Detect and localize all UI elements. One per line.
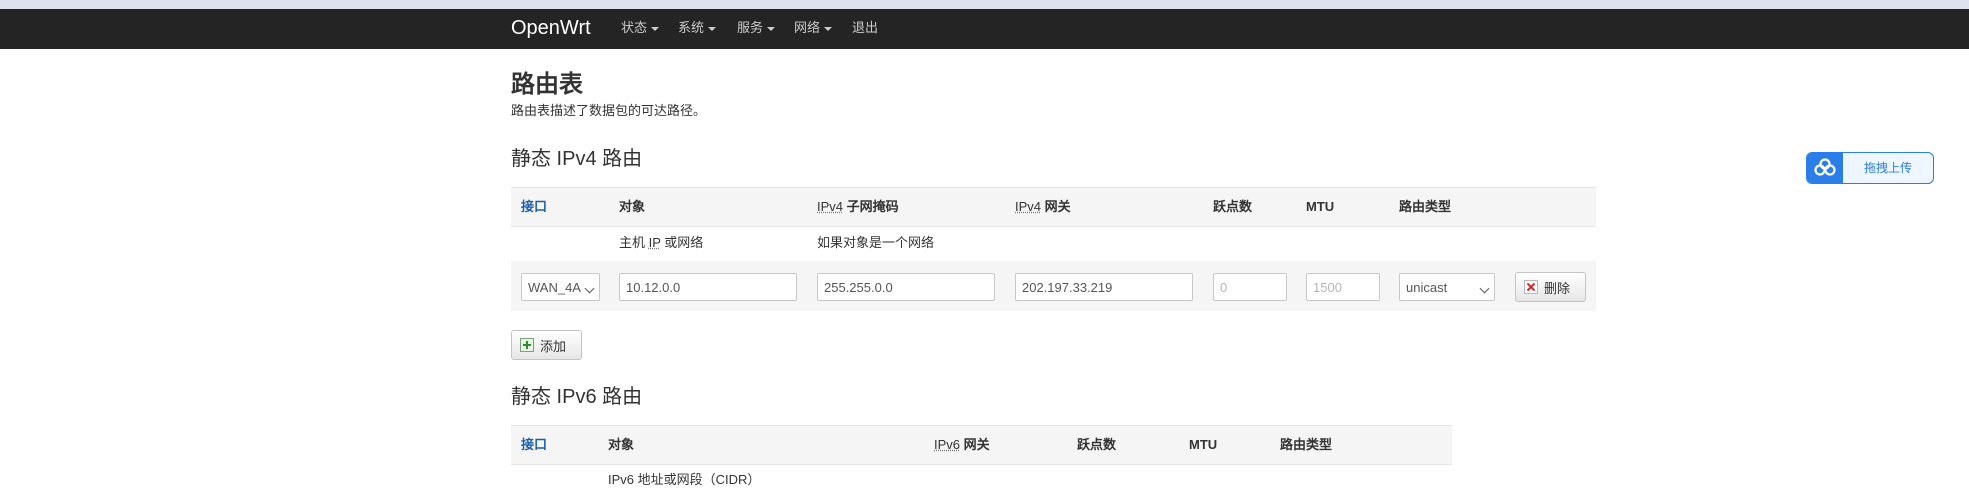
ipv6-header-metric: 跃点数 <box>1077 437 1117 452</box>
browser-top-strip <box>0 0 1969 9</box>
ipv4-header-netmask: IPv4 子网掩码 <box>817 199 899 215</box>
brand-logo[interactable]: OpenWrt <box>511 16 591 40</box>
chevron-down-icon <box>1479 283 1490 294</box>
nav-menu-services[interactable]: 服务 <box>737 20 776 36</box>
interface-select[interactable]: WAN_4A <box>521 273 600 301</box>
route-type-select[interactable]: unicast <box>1399 273 1495 301</box>
ipv6-header-mtu: MTU <box>1189 437 1218 452</box>
add-button[interactable]: 添加 <box>511 330 582 360</box>
ipv4-abbr: IPv4 <box>817 199 844 214</box>
ipv6-table-header: 接口 对象 IPv6 网关 跃点数 MTU 路由类型 <box>511 425 1452 465</box>
ipv4-table-header: 接口 对象 IPv4 子网掩码 IPv4 网关 跃点数 MTU 路由类型 <box>511 187 1596 227</box>
nav-label: 系统 <box>678 20 705 35</box>
nav-menu-system[interactable]: 系统 <box>678 20 717 36</box>
delete-button[interactable]: 删除 <box>1515 272 1586 302</box>
chevron-down-icon <box>767 26 776 31</box>
gateway-label: 网关 <box>1041 199 1071 214</box>
top-navbar: OpenWrt 状态 系统 服务 网络 退出 <box>0 9 1969 49</box>
delete-icon <box>1524 280 1538 294</box>
nav-menu-network[interactable]: 网络 <box>794 20 833 36</box>
chevron-down-icon <box>651 26 660 31</box>
nav-label: 状态 <box>621 20 648 35</box>
ipv6-header-gateway: IPv6 网关 <box>934 437 990 453</box>
nav-label: 网络 <box>794 20 821 35</box>
ipv4-header-target: 对象 <box>619 199 646 214</box>
chevron-down-icon <box>708 26 717 31</box>
chevron-down-icon <box>824 26 833 31</box>
nav-menu-logout[interactable]: 退出 <box>852 20 878 36</box>
add-icon <box>520 338 534 352</box>
ip-abbr: IP <box>648 235 661 250</box>
desc-text: 或网络 <box>660 235 704 250</box>
ipv4-abbr: IPv4 <box>1015 199 1042 214</box>
metric-input[interactable]: 0 <box>1213 273 1287 301</box>
cloud-icon <box>1807 153 1843 183</box>
ipv4-header-gateway: IPv4 网关 <box>1015 199 1071 215</box>
target-input[interactable]: 10.12.0.0 <box>619 273 797 301</box>
ipv4-netmask-description: 如果对象是一个网络 <box>817 235 935 250</box>
netmask-label: 子网掩码 <box>843 199 899 214</box>
page-description: 路由表描述了数据包的可达路径。 <box>511 103 707 118</box>
ipv6-abbr: IPv6 <box>934 437 961 452</box>
ipv6-header-target: 对象 <box>608 437 635 452</box>
add-label: 添加 <box>540 338 567 354</box>
drag-upload-widget[interactable]: 拖拽上传 <box>1806 152 1934 184</box>
select-value: unicast <box>1406 280 1448 295</box>
ipv4-section-title: 静态 IPv4 路由 <box>511 148 643 170</box>
ipv6-header-interface[interactable]: 接口 <box>521 437 547 453</box>
mtu-input[interactable]: 1500 <box>1306 273 1380 301</box>
upload-label: 拖拽上传 <box>1863 161 1912 175</box>
delete-label: 删除 <box>1544 280 1571 296</box>
nav-menu-status[interactable]: 状态 <box>621 20 660 36</box>
ipv6-section-title: 静态 IPv6 路由 <box>511 386 643 408</box>
gateway-input[interactable]: 202.197.33.219 <box>1015 273 1193 301</box>
ipv6-header-route-type: 路由类型 <box>1280 437 1333 452</box>
netmask-input[interactable]: 255.255.0.0 <box>817 273 995 301</box>
gateway-label: 网关 <box>960 437 990 452</box>
page-title: 路由表 <box>511 71 583 98</box>
ipv4-header-route-type: 路由类型 <box>1399 199 1452 214</box>
nav-label: 服务 <box>737 20 764 35</box>
ipv4-header-metric: 跃点数 <box>1213 199 1253 214</box>
ipv4-header-interface[interactable]: 接口 <box>521 199 547 215</box>
ipv4-header-mtu: MTU <box>1306 199 1335 214</box>
chevron-down-icon <box>584 283 595 294</box>
select-value: WAN_4A <box>528 280 581 295</box>
ipv4-target-description: 主机 IP 或网络 <box>619 235 703 251</box>
desc-text: 主机 <box>619 235 649 250</box>
